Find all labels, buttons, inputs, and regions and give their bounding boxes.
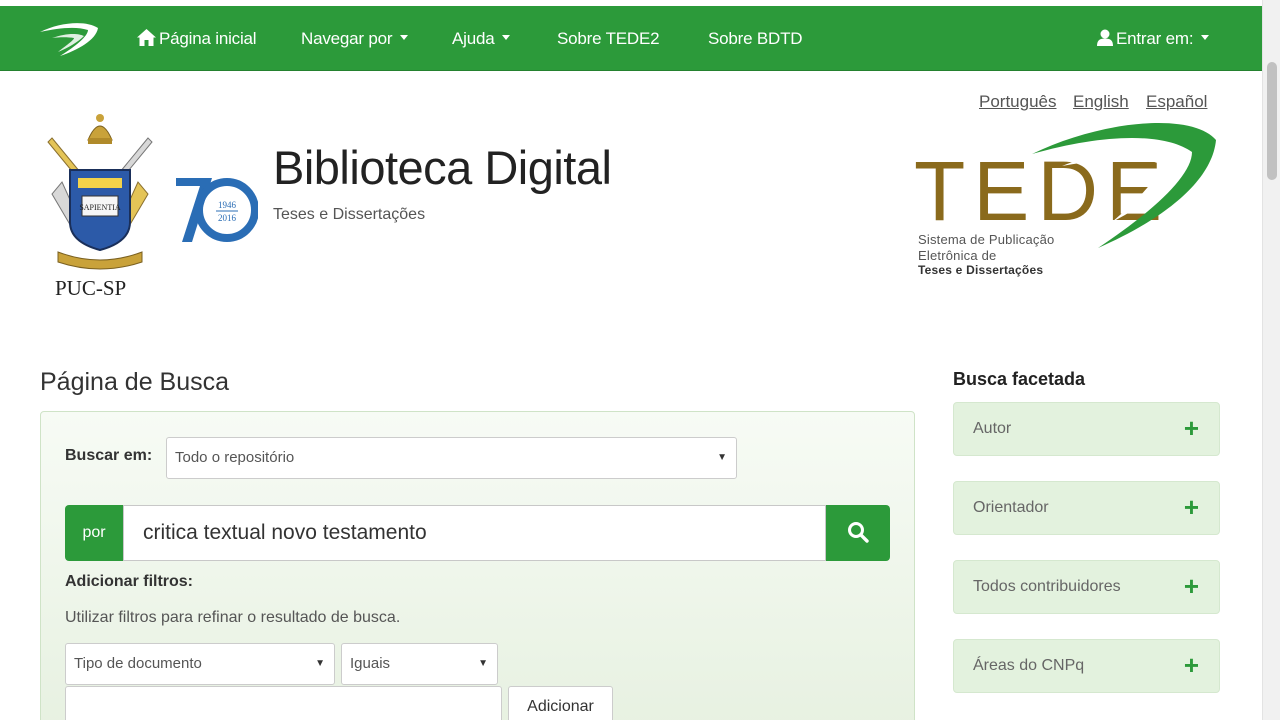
caret-down-icon (400, 35, 409, 41)
facet-areas-cnpq[interactable]: Áreas do CNPq + (953, 639, 1220, 693)
vertical-scrollbar[interactable] (1262, 0, 1280, 720)
nav-login-label: Entrar em: (1116, 29, 1194, 48)
caret-down-icon (502, 35, 511, 41)
top-navbar: Página inicial Navegar por Ajuda Sobre T… (0, 6, 1262, 71)
plus-icon[interactable]: + (1184, 403, 1199, 453)
institution-label: PUC-SP (55, 276, 127, 300)
svg-text:SAPIENTIA: SAPIENTIA (79, 203, 121, 212)
nav-help-label: Ajuda (452, 29, 495, 48)
plus-icon[interactable]: + (1184, 561, 1199, 611)
site-title: Biblioteca Digital (273, 141, 612, 194)
select-arrow-icon: ▼ (315, 658, 325, 669)
facet-label: Autor (973, 420, 1012, 437)
tede-subtitle-line-3: Teses e Dissertações (918, 263, 1044, 277)
scope-select[interactable]: Todo o repositório ▼ (166, 437, 737, 479)
search-icon (848, 522, 869, 543)
nav-login-dropdown[interactable]: Entrar em: (1097, 6, 1210, 71)
facet-todos-contribuidores[interactable]: Todos contribuidores + (953, 560, 1220, 614)
lang-portuguese-link[interactable]: Português (979, 92, 1057, 112)
por-addon: por (65, 505, 123, 561)
facets-title: Busca facetada (953, 369, 1086, 389)
nav-browse-label: Navegar por (301, 29, 393, 48)
lang-spanish-link[interactable]: Español (1146, 92, 1207, 112)
filter-field-select[interactable]: Tipo de documento ▼ (65, 643, 335, 685)
filter-value-input[interactable] (65, 686, 502, 720)
facet-orientador[interactable]: Orientador + (953, 481, 1220, 535)
scrollbar-thumb[interactable] (1267, 62, 1277, 180)
search-button[interactable] (826, 505, 890, 561)
scope-select-value: Todo o repositório (175, 449, 295, 466)
scope-label: Buscar em: (65, 447, 153, 464)
filter-field-value: Tipo de documento (74, 655, 202, 672)
nav-about-bdtd-link[interactable]: Sobre BDTD (708, 6, 803, 71)
search-query-text: critica textual novo testamento (143, 521, 427, 544)
nav-home-link[interactable]: Página inicial (137, 6, 257, 71)
page-heading: Página de Busca (40, 368, 230, 396)
add-filter-button[interactable]: Adicionar (508, 686, 613, 720)
nav-browse-dropdown[interactable]: Navegar por (301, 6, 409, 71)
tede-swoosh-logo-icon[interactable] (38, 18, 102, 60)
anniversary-start-year: 1946 (218, 200, 237, 210)
site-subtitle: Teses e Dissertações (273, 206, 426, 223)
nav-help-dropdown[interactable]: Ajuda (452, 6, 511, 71)
caret-down-icon (1201, 35, 1210, 41)
select-arrow-icon: ▼ (478, 658, 488, 669)
filter-operator-select[interactable]: Iguais ▼ (341, 643, 498, 685)
search-query-input[interactable]: critica textual novo testamento (123, 505, 826, 561)
filters-label: Adicionar filtros: (65, 573, 194, 590)
nav-about-tede2-link[interactable]: Sobre TEDE2 (557, 6, 660, 71)
puc-sp-crest-logo: SAPIENTIA (47, 114, 153, 270)
filters-help-text: Utilizar filtros para refinar o resultad… (65, 609, 401, 626)
tede-subtitle-line-2: Eletrônica de (918, 248, 997, 263)
facet-label: Orientador (973, 499, 1049, 516)
select-arrow-icon: ▼ (717, 452, 727, 463)
anniversary-end-year: 2016 (218, 213, 237, 223)
70-years-anniversary-logo: 1946 2016 (176, 178, 258, 242)
plus-icon[interactable]: + (1184, 640, 1199, 690)
lang-english-link[interactable]: English (1073, 92, 1129, 112)
nav-home-label: Página inicial (159, 29, 257, 48)
facet-label: Áreas do CNPq (973, 657, 1085, 674)
nav-about-tede2-label: Sobre TEDE2 (557, 29, 660, 48)
nav-about-bdtd-label: Sobre BDTD (708, 29, 803, 48)
filter-operator-value: Iguais (350, 655, 391, 672)
tede-subtitle-line-1: Sistema de Publicação (918, 232, 1055, 247)
home-icon (137, 29, 156, 47)
facet-autor[interactable]: Autor + (953, 402, 1220, 456)
user-icon (1097, 29, 1113, 47)
plus-icon[interactable]: + (1184, 482, 1199, 532)
facet-label: Todos contribuidores (973, 578, 1121, 595)
